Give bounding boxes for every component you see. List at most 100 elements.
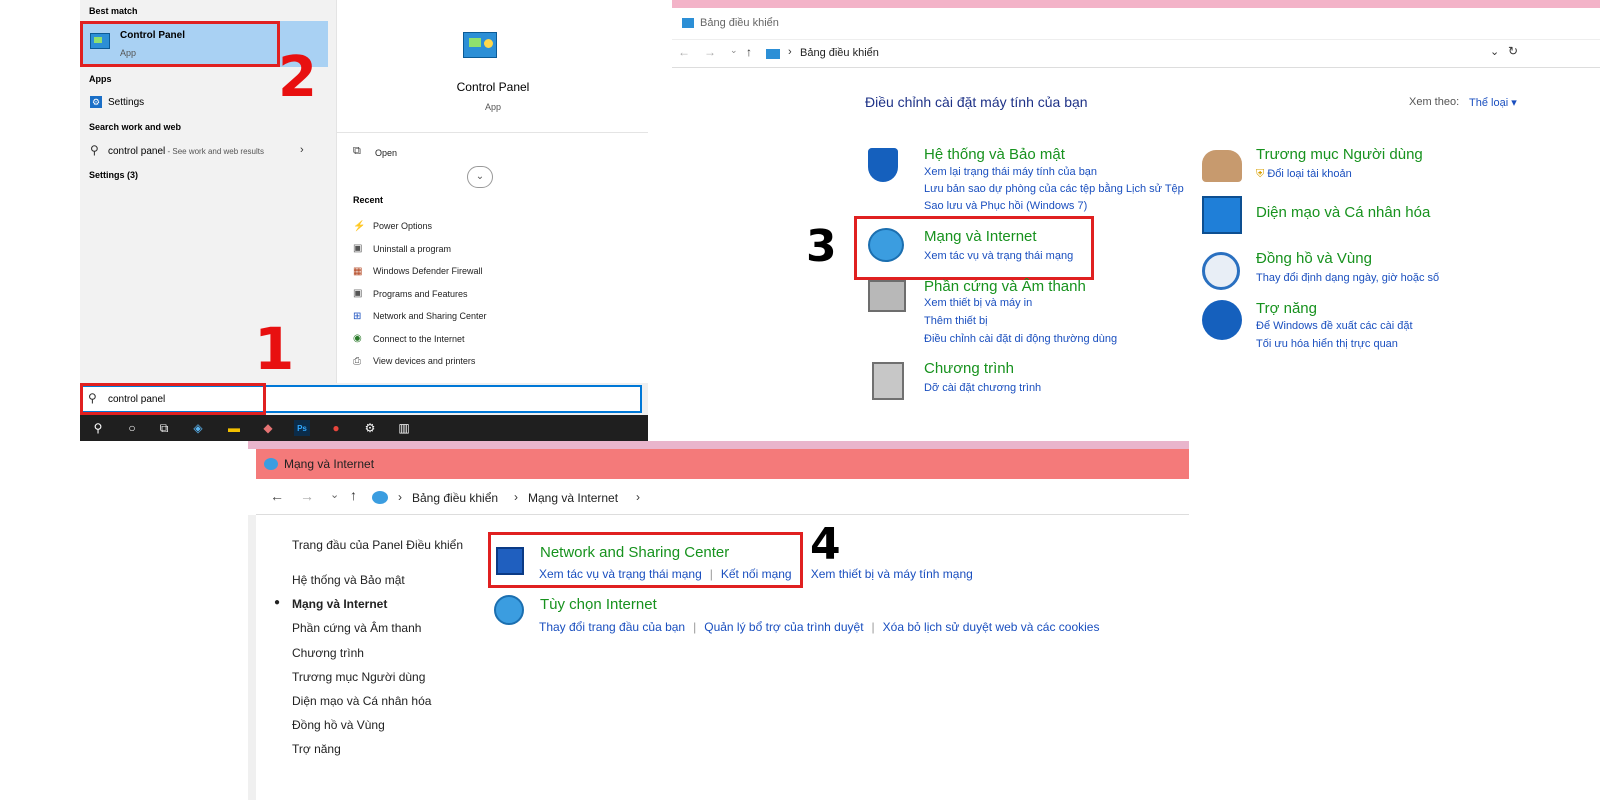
nav-item-current[interactable]: Mạng và Internet [292, 597, 387, 611]
category-link[interactable]: Thêm thiết bị [924, 315, 988, 327]
recent-item[interactable]: ▦ Windows Defender Firewall [353, 260, 487, 283]
web-query: control panel [108, 146, 166, 157]
control-panel-icon [682, 18, 694, 28]
accessibility-icon [1202, 300, 1242, 340]
app-icon[interactable]: ◆ [260, 420, 276, 436]
nav-item[interactable]: Trang đầu của Panel Điều khiển [292, 538, 463, 552]
inet-link[interactable]: Quản lý bổ trợ của trình duyệt [704, 620, 863, 634]
control-panel-large-icon [463, 32, 497, 58]
film-icon[interactable]: ▥ [396, 420, 412, 436]
recent-item[interactable]: ⎙ View devices and printers [353, 350, 487, 373]
search-icon: ⚲ [90, 143, 99, 157]
shield-icon [868, 148, 898, 182]
category-link[interactable]: Thay đổi định dạng ngày, giờ hoặc số [1256, 272, 1439, 284]
breadcrumb-item[interactable]: Bảng điều khiển [412, 491, 498, 505]
chevron-down-icon: ▾ [1511, 97, 1517, 109]
category-title[interactable]: Diện mạo và Cá nhân hóa [1256, 204, 1430, 221]
window-title: Mạng và Internet [284, 457, 375, 471]
view-by-dropdown[interactable]: Thể loại ▾ [1469, 96, 1517, 109]
users-icon [1202, 150, 1242, 182]
nav-item[interactable]: Diện mạo và Cá nhân hóa [292, 694, 431, 708]
category-title[interactable]: Phần cứng và Âm thanh [924, 278, 1086, 295]
detail-pane: Control Panel App ⧉ Open ⌄ Recent ⚡ Power… [336, 0, 648, 383]
category-link[interactable]: Để Windows đề xuất các cài đặt [1256, 320, 1413, 332]
task-view-icon[interactable]: ⧉ [156, 420, 172, 436]
annotation-number-3: 3 [806, 221, 837, 272]
refresh-icon[interactable]: ↻ [1508, 44, 1518, 58]
up-arrow-icon[interactable]: ↑ [746, 45, 752, 59]
photoshop-icon[interactable]: Ps [294, 420, 310, 436]
gear-icon[interactable]: ⚙ [362, 420, 378, 436]
category-link[interactable]: Lưu bản sao dự phòng của các tệp bằng Lị… [924, 183, 1184, 195]
recent-item[interactable]: ▣ Programs and Features [353, 283, 487, 306]
web-search-result[interactable]: ⚲ control panel - See work and web resul… [80, 140, 328, 162]
inet-link[interactable]: Thay đổi trang đầu của bạn [539, 620, 685, 634]
back-arrow-icon[interactable]: ← [270, 488, 284, 504]
chevron-down-icon[interactable]: ⌄ [1490, 45, 1499, 58]
nav-item[interactable]: Hệ thống và Bảo mật [292, 573, 405, 587]
programs-icon [872, 362, 904, 400]
recent-item[interactable]: ⚡ Power Options [353, 215, 487, 238]
category-link[interactable]: Điều chỉnh cài đặt di động thường dùng [924, 333, 1117, 345]
nav-item[interactable]: Trương mục Người dùng [292, 670, 425, 684]
settings-label: Settings [108, 97, 145, 108]
category-link[interactable]: Dỡ cài đặt chương trình [924, 382, 1041, 394]
best-match-header: Best match [89, 6, 138, 16]
recent-item[interactable]: ▣ Uninstall a program [353, 238, 487, 261]
view-by-value: Thể loại [1469, 97, 1509, 109]
file-explorer-icon[interactable]: ▬ [226, 420, 242, 436]
annotation-box-2 [80, 21, 280, 67]
category-title[interactable]: Chương trình [924, 360, 1014, 377]
title-bar: Bảng điều khiển [672, 8, 1600, 40]
settings-count: Settings (3) [89, 170, 139, 180]
recent-item[interactable]: ◉ Connect to the Internet [353, 328, 487, 351]
category-link[interactable]: ⛨ Đổi loại tài khoản [1256, 168, 1352, 181]
chevron-right-icon[interactable]: › [300, 144, 304, 156]
recent-item[interactable]: ⊞ Network and Sharing Center [353, 305, 487, 328]
current-bullet: ● [274, 597, 281, 608]
gear-icon: ⚙ [90, 96, 102, 108]
chevron-down-icon[interactable]: ⌄ [330, 488, 339, 501]
breadcrumb-item[interactable]: Mạng và Internet [528, 491, 618, 505]
back-arrow-icon[interactable]: ← [678, 45, 690, 59]
open-action[interactable]: ⧉ Open [337, 142, 648, 164]
category-title[interactable]: Trợ năng [1256, 300, 1317, 317]
category-link[interactable]: Sao lưu và Phục hồi (Windows 7) [924, 200, 1087, 212]
category-title[interactable]: Đồng hồ và Vùng [1256, 250, 1372, 267]
inet-title[interactable]: Tùy chọn Internet [540, 596, 657, 613]
web-query-hint: - See work and web results [165, 147, 264, 156]
inet-link[interactable]: Xóa bỏ lịch sử duyệt web và các cookies [883, 620, 1100, 634]
nav-item[interactable]: Chương trình [292, 646, 364, 660]
breadcrumb-item[interactable]: Bảng điều khiển [800, 47, 879, 59]
window-title: Bảng điều khiển [700, 17, 779, 29]
printer-icon [868, 280, 906, 312]
up-arrow-icon[interactable]: ↑ [350, 487, 357, 503]
paint-icon[interactable]: ◈ [190, 420, 206, 436]
chevron-down-icon[interactable]: ⌄ [730, 45, 738, 56]
category-link[interactable]: Xem lại trạng thái máy tính của bạn [924, 166, 1097, 178]
nav-item[interactable]: Đồng hồ và Vùng [292, 718, 385, 732]
forward-arrow-icon[interactable]: → [300, 488, 314, 504]
nav-item[interactable]: Trợ năng [292, 742, 341, 756]
network-globe-icon [372, 491, 388, 504]
cortana-icon[interactable]: ○ [124, 420, 140, 436]
inet-links: Thay đổi trang đầu của bạn | Quản lý bổ tr… [539, 620, 1100, 634]
category-title[interactable]: Trương mục Người dùng [1256, 146, 1423, 163]
printer-icon: ⎙ [353, 355, 361, 367]
view-by-label: Xem theo: [1409, 96, 1460, 108]
category-title[interactable]: Hệ thống và Bảo mật [924, 146, 1065, 163]
uac-shield-icon: ⛨ [1256, 168, 1265, 180]
divider [337, 132, 648, 133]
forward-arrow-icon[interactable]: → [704, 45, 716, 59]
apps-header: Apps [89, 74, 112, 84]
open-label: Open [375, 148, 398, 158]
category-link[interactable]: Xem thiết bị và máy in [924, 297, 1032, 309]
search-icon[interactable]: ⚲ [90, 420, 106, 436]
expand-chevron-icon[interactable]: ⌄ [467, 166, 493, 188]
category-link[interactable]: Tối ưu hóa hiển thị trực quan [1256, 338, 1398, 350]
internet-options-icon [494, 595, 524, 625]
chrome-icon[interactable]: ● [328, 420, 344, 436]
search-web-header: Search work and web [89, 122, 182, 132]
firewall-icon: ▦ [353, 265, 363, 277]
nav-item[interactable]: Phần cứng và Âm thanh [292, 621, 421, 635]
